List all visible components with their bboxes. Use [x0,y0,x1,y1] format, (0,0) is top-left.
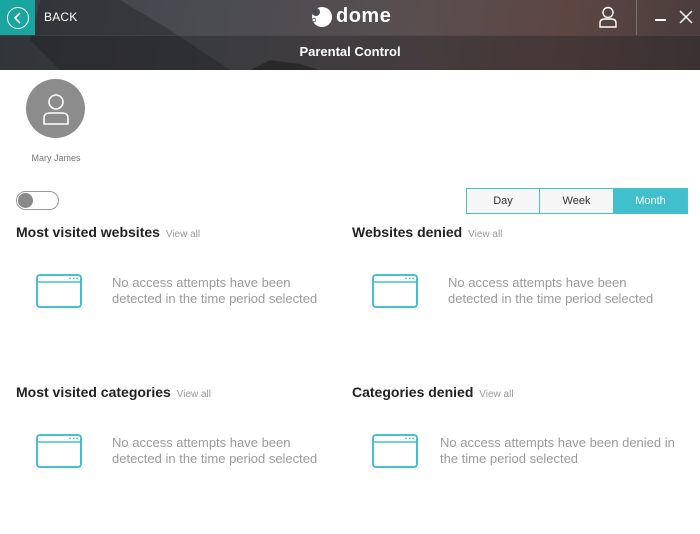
browser-window-icon [36,434,82,468]
section-title: Categories denied View all [352,384,514,400]
section-title: Most visited websites View all [16,224,200,240]
browser-window-icon [36,274,82,308]
app-header: BACK dome Parental Control [0,0,700,70]
minimize-icon [655,19,666,21]
view-all-link[interactable]: View all [479,389,513,400]
view-all-link[interactable]: View all [468,229,502,240]
user-icon [42,93,69,125]
section-title-text: Categories denied [352,384,474,400]
divider [636,0,637,35]
back-button[interactable] [0,0,35,35]
brand-logo-icon [311,6,332,27]
brand-name: dome [336,5,392,27]
most-visited-websites-section: Most visited websites View all No access… [16,224,356,374]
empty-state-message: No access attempts have been detected in… [112,275,318,306]
section-title-text: Most visited categories [16,384,171,400]
view-all-link[interactable]: View all [166,229,200,240]
most-visited-categories-section: Most visited categories View all No acce… [16,384,356,534]
parental-control-toggle[interactable] [16,191,59,210]
profile-name: Mary James [31,153,81,163]
section-title-text: Most visited websites [16,224,160,240]
period-week-button[interactable]: Week [540,188,614,214]
categories-denied-section: Categories denied View all No access att… [352,384,692,534]
browser-window-icon [372,434,418,468]
avatar[interactable] [26,79,85,138]
toggle-knob [18,193,33,208]
chevron-left-icon [6,6,29,29]
page-title: Parental Control [299,44,401,59]
minimize-button[interactable] [652,8,668,26]
websites-denied-section: Websites denied View all No access attem… [352,224,692,374]
period-day-button[interactable]: Day [466,188,540,214]
account-button[interactable] [596,5,620,29]
section-title-text: Websites denied [352,224,463,240]
period-selector: Day Week Month [466,188,688,214]
browser-window-icon [372,274,418,308]
empty-state-message: No access attempts have been denied in t… [440,435,675,466]
section-title: Websites denied View all [352,224,502,240]
back-label[interactable]: BACK [44,10,77,24]
empty-state-message: No access attempts have been detected in… [112,435,318,466]
period-month-button[interactable]: Month [614,188,688,214]
view-all-link[interactable]: View all [177,389,211,400]
user-icon [599,6,617,28]
brand-logo: dome [310,5,391,28]
section-title: Most visited categories View all [16,384,211,400]
title-bar: BACK dome [0,0,700,35]
close-icon [679,10,693,24]
empty-state-message: No access attempts have been detected in… [448,275,654,306]
close-button[interactable] [677,8,695,26]
